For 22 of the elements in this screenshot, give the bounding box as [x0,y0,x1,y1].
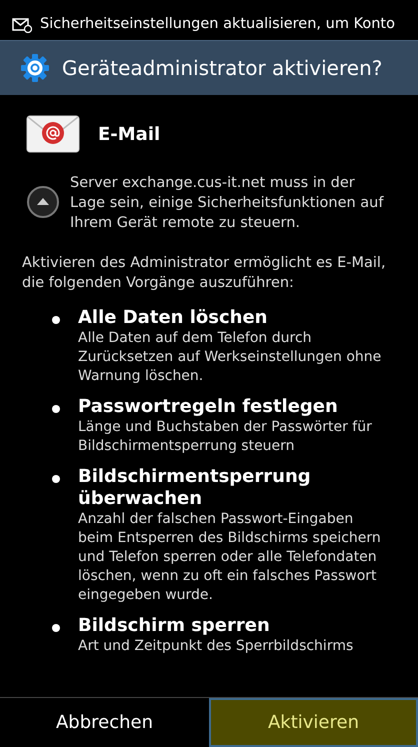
notice-text: Server exchange.cus-it.net muss in der Lage sein, einige Sicherheitsfunktionen auf Ihrem Gerät remote zu steuern. [70,174,385,233]
intro-text: Aktivieren des Administrator ermöglicht es E-Mail, die folgenden Vorgänge auszuführen: [22,254,387,293]
settings-icon [20,53,50,83]
envelope-icon [26,115,80,153]
bullet-icon [52,316,60,324]
policy-title: Alle Daten löschen [78,307,268,329]
dialog-title: Geräteadministrator aktivieren? [62,55,382,82]
bullet-icon [52,624,60,632]
dialog-button[interactable]: Aktivieren [209,698,418,747]
bullet-icon [52,405,60,413]
app-name: E-Mail [98,122,160,146]
policy-description: Art und Zeitpunkt des Sperrbildschirms [78,637,354,656]
bullet-icon [52,475,60,483]
policy-title: Bildschirmentsperrung überwachen [78,466,312,510]
collapse-icon[interactable] [26,185,60,219]
notification-text: Sicherheitseinstellungen aktualisieren, um Konto [40,15,395,34]
policy-title: Bildschirm sperren [78,615,271,637]
policy-description: Länge und Buchstaben der Passwörter für Bildschirmentsperrung steuern [78,418,373,456]
policy-description: Anzahl der falschen Passwort-Eingaben beim Entsperren des Bildschirms speichern und Telefon sperren oder alle Telefondaten löschen, wenn zu oft ein falsches Passwort eingegeben wurde. [78,510,382,605]
policy-title: Passwortregeln festlegen [78,396,339,418]
policy-description: Alle Daten auf dem Telefon durch Zurücksetzen auf Werkseinstellungen ohne Warnung löschen. [78,329,382,386]
mail-icon [12,17,32,33]
